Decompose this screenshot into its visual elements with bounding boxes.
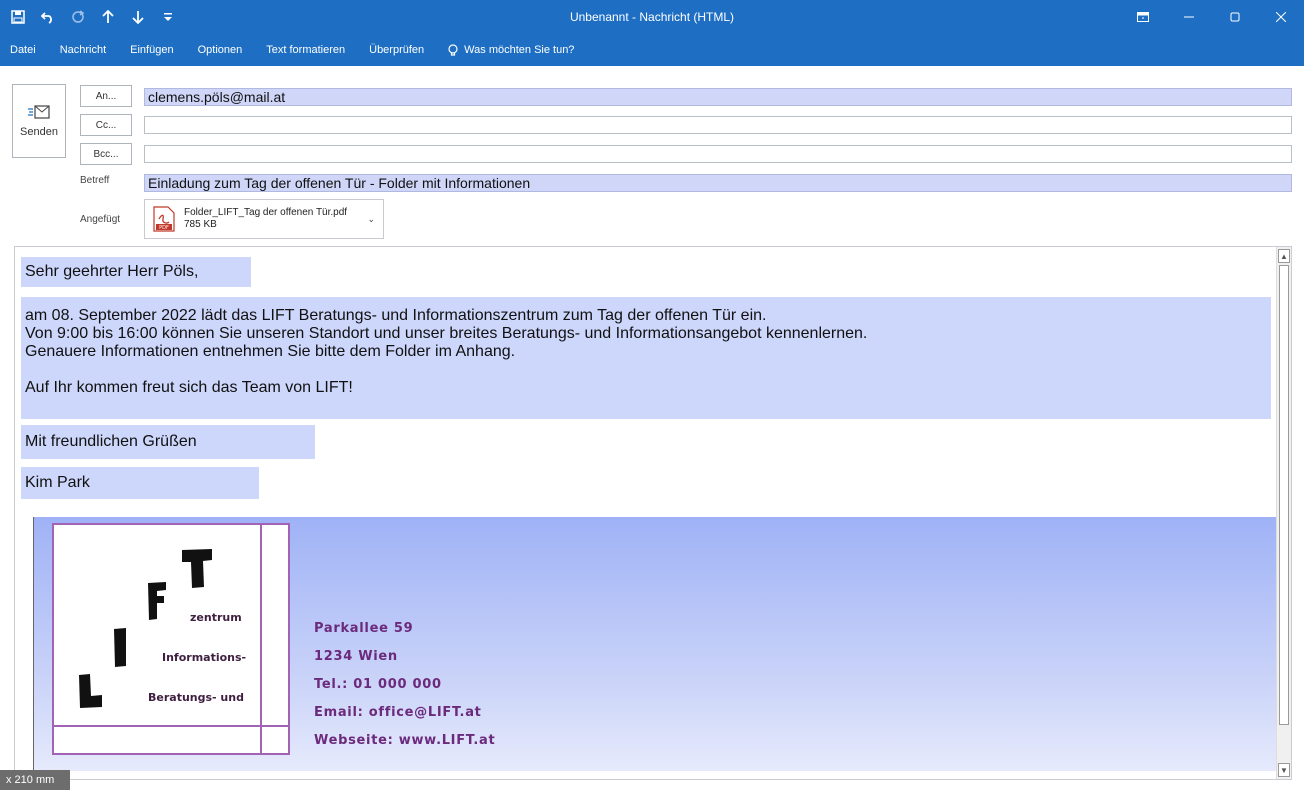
up-arrow-icon[interactable] <box>96 5 120 29</box>
svg-text:PDF: PDF <box>159 225 169 231</box>
scroll-thumb[interactable] <box>1279 265 1289 725</box>
save-icon[interactable] <box>6 5 30 29</box>
tab-text-formatieren[interactable]: Text formatieren <box>254 34 357 66</box>
attachment-name: Folder_LIFT_Tag der offenen Tür.pdf <box>184 207 348 218</box>
ribbon-display-icon[interactable] <box>1120 0 1166 34</box>
scroll-up-icon[interactable]: ▲ <box>1278 249 1290 263</box>
scroll-down-icon[interactable]: ▼ <box>1278 763 1290 777</box>
send-button[interactable]: Senden <box>12 84 66 158</box>
body-line: Von 9:00 bis 16:00 können Sie unseren St… <box>25 325 868 342</box>
restore-icon[interactable] <box>1212 0 1258 34</box>
minimize-icon[interactable] <box>1166 0 1212 34</box>
attached-label: Angefügt <box>80 214 121 225</box>
redo-icon[interactable] <box>66 5 90 29</box>
cc-button[interactable]: Cc... <box>80 114 132 136</box>
tab-datei[interactable]: Datei <box>0 34 48 66</box>
logo-word: Beratungs- und <box>148 691 244 704</box>
subject-label: Betreff <box>80 175 110 186</box>
customize-icon[interactable] <box>156 5 180 29</box>
bcc-button[interactable]: Bcc... <box>80 143 132 165</box>
attachment-dropdown-icon[interactable]: ⌄ <box>367 214 375 225</box>
email-signature: zentrum Informations- Beratungs- und Par… <box>33 517 1276 771</box>
tab-optionen[interactable]: Optionen <box>186 34 255 66</box>
down-arrow-icon[interactable] <box>126 5 150 29</box>
to-button[interactable]: An... <box>80 85 132 107</box>
ribbon-tabs: Datei Nachricht Einfügen Optionen Text f… <box>0 34 1304 66</box>
vertical-scrollbar[interactable]: ▲ ▼ <box>1276 247 1291 779</box>
message-body[interactable]: Sehr geehrter Herr Pöls, am 08. Septembe… <box>14 246 1292 780</box>
size-badge: x 210 mm <box>0 770 70 790</box>
close-icon[interactable] <box>1258 0 1304 34</box>
lightbulb-icon <box>448 43 458 56</box>
regards-text: Mit freundlichen Grüßen <box>21 425 315 459</box>
tab-ueberpruefen[interactable]: Überprüfen <box>357 34 436 66</box>
signature-address: Parkallee 59 <box>314 621 414 636</box>
title-bar: Unbenannt - Nachricht (HTML) <box>0 0 1304 34</box>
signature-phone: Tel.: 01 000 000 <box>314 677 442 692</box>
lift-logo: zentrum Informations- Beratungs- und <box>52 523 290 755</box>
tell-me-search[interactable]: Was möchten Sie tun? <box>436 43 586 57</box>
quick-access-toolbar <box>0 0 180 34</box>
bcc-field[interactable] <box>144 145 1292 163</box>
send-label: Senden <box>20 126 58 138</box>
tell-me-label: Was möchten Sie tun? <box>464 44 575 56</box>
logo-word: Informations- <box>162 651 247 664</box>
attachment-size: 785 KB <box>184 219 217 230</box>
sender-name: Kim Park <box>21 467 259 499</box>
window-title: Unbenannt - Nachricht (HTML) <box>569 10 735 24</box>
window-controls <box>1120 0 1304 34</box>
logo-word: zentrum <box>190 611 242 624</box>
tab-nachricht[interactable]: Nachricht <box>48 34 118 66</box>
send-icon <box>28 105 50 119</box>
to-field[interactable]: clemens.pöls@mail.at <box>144 88 1292 106</box>
attachment-item[interactable]: PDF Folder_LIFT_Tag der offenen Tür.pdf … <box>144 199 384 239</box>
body-line: Genauere Informationen entnehmen Sie bit… <box>25 343 516 360</box>
body-paragraph: am 08. September 2022 lädt das LIFT Bera… <box>21 297 1271 419</box>
signature-website[interactable]: Webseite: www.LIFT.at <box>314 727 495 755</box>
tab-einfuegen[interactable]: Einfügen <box>118 34 185 66</box>
cc-field[interactable] <box>144 116 1292 134</box>
signature-city: 1234 Wien <box>314 649 398 664</box>
signature-contact: Parkallee 59 1234 Wien Tel.: 01 000 000 … <box>314 615 495 755</box>
pdf-icon: PDF <box>153 206 175 232</box>
greeting-text: Sehr geehrter Herr Pöls, <box>21 257 251 287</box>
undo-icon[interactable] <box>36 5 60 29</box>
closing-line: Auf Ihr kommen freut sich das Team von L… <box>25 379 353 396</box>
signature-email[interactable]: Email: office@LIFT.at <box>314 699 495 727</box>
subject-field[interactable]: Einladung zum Tag der offenen Tür - Fold… <box>144 174 1292 192</box>
body-line: am 08. September 2022 lädt das LIFT Bera… <box>25 307 767 324</box>
